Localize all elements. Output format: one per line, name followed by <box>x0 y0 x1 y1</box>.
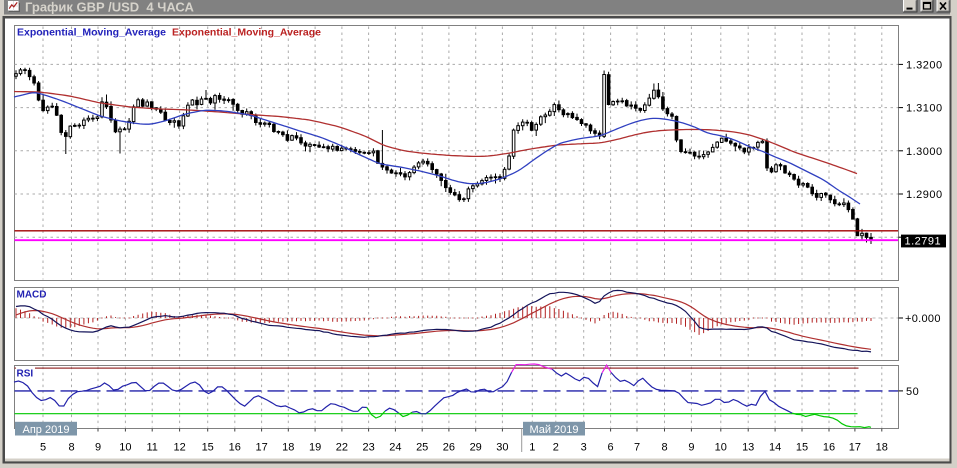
svg-text:26: 26 <box>443 442 455 454</box>
svg-text:16: 16 <box>229 442 241 454</box>
svg-text:15: 15 <box>796 442 808 454</box>
svg-text:6: 6 <box>608 442 614 454</box>
svg-text:RSI: RSI <box>17 369 34 380</box>
svg-text:+0.000: +0.000 <box>905 313 941 325</box>
svg-text:3: 3 <box>581 442 587 454</box>
svg-text:Апр 2019: Апр 2019 <box>23 424 70 436</box>
svg-text:Exponential_Moving_Average: Exponential_Moving_Average <box>172 27 321 39</box>
svg-text:14: 14 <box>769 442 781 454</box>
svg-text:8: 8 <box>68 442 74 454</box>
svg-text:13: 13 <box>742 442 754 454</box>
svg-text:Май 2019: Май 2019 <box>529 424 578 436</box>
svg-text:1.3000: 1.3000 <box>906 146 943 158</box>
svg-text:1.2791: 1.2791 <box>905 235 942 247</box>
svg-text:5: 5 <box>40 442 46 454</box>
svg-text:50: 50 <box>906 386 919 398</box>
svg-text:1.2900: 1.2900 <box>906 189 943 201</box>
svg-text:25: 25 <box>416 442 428 454</box>
svg-text:11: 11 <box>146 442 157 454</box>
svg-text:29: 29 <box>470 442 482 454</box>
svg-text:9: 9 <box>95 442 101 454</box>
svg-text:1: 1 <box>529 442 535 454</box>
svg-text:2: 2 <box>553 442 559 454</box>
svg-text:17: 17 <box>849 442 861 454</box>
svg-text:10: 10 <box>715 442 727 454</box>
svg-text:12: 12 <box>173 442 185 454</box>
svg-text:8: 8 <box>661 442 667 454</box>
svg-text:18: 18 <box>876 442 888 454</box>
svg-text:17: 17 <box>255 442 267 454</box>
svg-text:MACD: MACD <box>17 290 47 301</box>
svg-text:1.3100: 1.3100 <box>906 103 943 115</box>
svg-text:Exponential_Moving_Average: Exponential_Moving_Average <box>17 27 166 39</box>
svg-text:9: 9 <box>688 442 694 454</box>
svg-text:График GBP /USD 4 ЧАСА: График GBP /USD 4 ЧАСА <box>25 0 194 14</box>
svg-text:1.3200: 1.3200 <box>906 59 943 71</box>
svg-text:15: 15 <box>202 442 214 454</box>
svg-text:30: 30 <box>496 442 508 454</box>
svg-text:7: 7 <box>634 442 640 454</box>
svg-text:23: 23 <box>362 442 374 454</box>
svg-text:16: 16 <box>823 442 835 454</box>
svg-text:19: 19 <box>309 442 321 454</box>
svg-text:18: 18 <box>282 442 294 454</box>
svg-text:24: 24 <box>389 442 401 454</box>
svg-text:22: 22 <box>336 442 348 454</box>
svg-text:10: 10 <box>119 442 131 454</box>
